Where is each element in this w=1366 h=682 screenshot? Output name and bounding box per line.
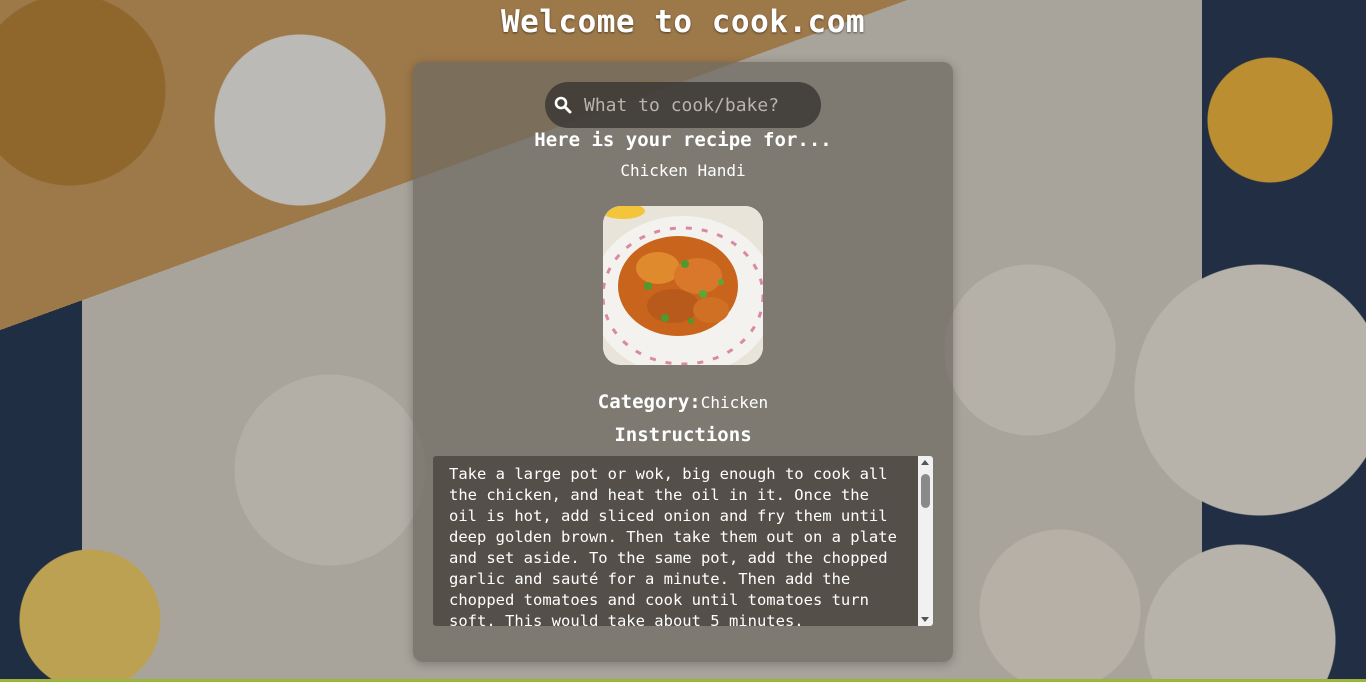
recipe-heading: Here is your recipe for... <box>534 129 832 151</box>
instructions-box[interactable]: Take a large pot or wok, big enough to c… <box>433 456 933 626</box>
recipe-image <box>603 206 763 365</box>
recipe-card: Here is your recipe for... Chicken Handi… <box>413 62 953 662</box>
scroll-down-arrow-icon[interactable] <box>921 617 929 622</box>
category-label: Category: <box>597 391 701 413</box>
search-input[interactable] <box>584 94 804 116</box>
instructions-text: Take a large pot or wok, big enough to c… <box>449 465 897 626</box>
scrollbar-thumb[interactable] <box>921 474 930 508</box>
search-icon[interactable] <box>554 96 572 114</box>
page-title: Welcome to cook.com <box>500 4 866 40</box>
recipe-name: Chicken Handi <box>620 161 746 180</box>
scroll-up-arrow-icon[interactable] <box>921 460 929 465</box>
search-bar[interactable] <box>545 82 821 128</box>
instructions-heading: Instructions <box>614 424 752 446</box>
instructions-scrollbar[interactable] <box>918 456 933 626</box>
category-value: Chicken <box>700 393 769 412</box>
category-line: Category:Chicken <box>413 391 953 413</box>
